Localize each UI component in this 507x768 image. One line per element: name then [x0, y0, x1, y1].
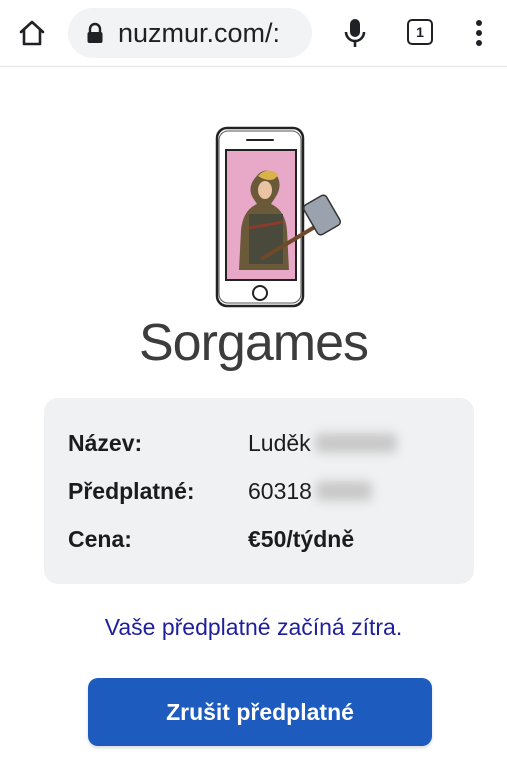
subscription-details-card: Název: Luděk Předplatné: 60318 Cena: €50… [44, 398, 474, 584]
lock-icon [87, 22, 103, 43]
home-icon [19, 20, 45, 46]
subscription-value: 60318 [248, 477, 312, 504]
name-label: Název: [68, 429, 143, 456]
brand-logo [205, 118, 355, 318]
redacted-surname [314, 433, 397, 453]
price-row: Cena: €50/týdně [68, 524, 354, 554]
overflow-menu-button[interactable] [467, 15, 491, 51]
browser-toolbar: nuzmur.com/: 1 [0, 0, 507, 67]
subscription-label: Předplatné: [68, 477, 195, 504]
overflow-menu-icon [476, 20, 482, 46]
cancel-subscription-button[interactable]: Zrušit předplatné [88, 678, 432, 746]
address-bar[interactable]: nuzmur.com/: [68, 8, 312, 58]
voice-search-button[interactable] [337, 13, 373, 53]
name-row: Název: Luděk [68, 428, 397, 458]
name-value: Luděk [248, 429, 311, 456]
price-value: €50/týdně [248, 525, 355, 552]
home-button[interactable] [12, 13, 52, 53]
phone-logo-icon [215, 126, 342, 308]
tab-switcher-icon[interactable]: 1 [407, 19, 433, 45]
url-text: nuzmur.com/: [118, 18, 281, 48]
name-value-wrap: Luděk [248, 430, 397, 457]
start-notice: Vaše předplatné začíná zítra. [104, 614, 403, 640]
subscription-row: Předplatné: 60318 [68, 476, 372, 506]
subscription-value-wrap: 60318 [248, 478, 372, 505]
tab-count: 1 [416, 24, 424, 40]
redacted-subscription-digits [315, 481, 372, 501]
microphone-icon [344, 19, 366, 47]
url-fade [282, 8, 312, 58]
price-label: Cena: [68, 525, 132, 552]
brand-name: Sorgames [139, 314, 369, 372]
